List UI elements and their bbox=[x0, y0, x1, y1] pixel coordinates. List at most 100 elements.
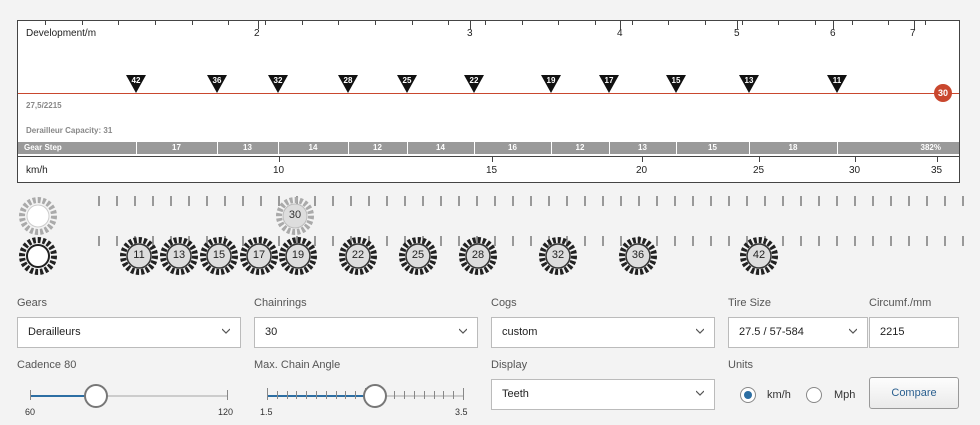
minor-tick bbox=[192, 21, 193, 25]
hatch-mark bbox=[692, 236, 694, 246]
hatch-mark bbox=[746, 196, 748, 206]
cog-marker[interactable]: 11 bbox=[827, 75, 847, 93]
gear-step-value: 18 bbox=[788, 143, 798, 152]
angle-tick bbox=[286, 391, 288, 399]
cog-marker[interactable]: 25 bbox=[397, 75, 417, 93]
hatch-mark bbox=[872, 196, 874, 206]
cog-marker[interactable]: 13 bbox=[739, 75, 759, 93]
minor-tick bbox=[228, 21, 229, 25]
hatch-mark bbox=[134, 196, 136, 206]
hatch-mark bbox=[620, 196, 622, 206]
minor-tick bbox=[668, 21, 669, 25]
unit-kmh-label[interactable]: km/h bbox=[767, 389, 791, 401]
hatch-mark bbox=[440, 196, 442, 206]
cogs-select[interactable]: custom bbox=[491, 317, 715, 348]
speed-tick-label: 10 bbox=[273, 165, 285, 176]
minor-tick bbox=[522, 21, 523, 25]
chainring-30[interactable]: 30 bbox=[274, 195, 316, 237]
hatch-mark bbox=[674, 236, 676, 246]
hatch-mark bbox=[494, 196, 496, 206]
hatch-mark bbox=[944, 196, 946, 206]
hatch-mark bbox=[602, 196, 604, 206]
minor-tick bbox=[852, 21, 853, 25]
angle-tick bbox=[316, 391, 317, 399]
hatch-mark bbox=[512, 196, 514, 206]
hatch-mark bbox=[476, 196, 478, 206]
circumf-input[interactable]: 2215 bbox=[869, 317, 959, 348]
speed-tick-label: 25 bbox=[753, 165, 765, 176]
cog-marker[interactable]: 17 bbox=[599, 75, 619, 93]
cog-42[interactable]: 42 bbox=[738, 235, 780, 277]
minor-tick bbox=[705, 21, 706, 25]
dev-tick-label: 2 bbox=[254, 28, 260, 39]
hatch-mark bbox=[458, 196, 460, 206]
hatch-mark bbox=[962, 196, 964, 206]
gears-select[interactable]: Derailleurs bbox=[17, 317, 241, 348]
minor-tick bbox=[888, 21, 889, 25]
hatch-mark bbox=[782, 236, 784, 246]
gears-label: Gears bbox=[17, 297, 47, 309]
angle-tick bbox=[276, 391, 278, 399]
cog-36[interactable]: 36 bbox=[617, 235, 659, 277]
minor-tick bbox=[815, 21, 816, 25]
cog-22[interactable]: 22 bbox=[337, 235, 379, 277]
cog-15[interactable]: 15 bbox=[198, 235, 240, 277]
cog-17[interactable]: 17 bbox=[238, 235, 280, 277]
unit-kmh-radio[interactable] bbox=[740, 387, 756, 403]
gear-step-bar: Gear Step 17 13 14 12 14 16 12 13 15 18 … bbox=[18, 142, 959, 154]
hatch-mark bbox=[170, 196, 172, 206]
cog-13[interactable]: 13 bbox=[158, 235, 200, 277]
cog-marker[interactable]: 22 bbox=[464, 75, 484, 93]
minor-tick bbox=[632, 21, 633, 25]
chainrings-select[interactable]: 30 bbox=[254, 317, 478, 348]
compare-button[interactable]: Compare bbox=[869, 377, 959, 409]
hatch-mark bbox=[800, 196, 802, 206]
cog-25[interactable]: 25 bbox=[397, 235, 439, 277]
hatch-mark bbox=[926, 236, 928, 246]
cog-marker[interactable]: 15 bbox=[666, 75, 686, 93]
cog-32[interactable]: 32 bbox=[537, 235, 579, 277]
hatch-mark bbox=[800, 236, 802, 246]
angle-tick bbox=[394, 391, 396, 399]
minor-tick bbox=[925, 21, 926, 25]
chain-angle-slider-thumb[interactable] bbox=[363, 384, 387, 408]
unit-mph-label[interactable]: Mph bbox=[834, 389, 855, 401]
gear-step-value: 14 bbox=[308, 143, 318, 152]
hatch-mark bbox=[224, 196, 226, 206]
minor-tick bbox=[412, 21, 413, 25]
cog-marker[interactable]: 19 bbox=[541, 75, 561, 93]
hatch-mark bbox=[512, 236, 514, 246]
chevron-down-icon bbox=[849, 328, 857, 334]
minor-tick bbox=[375, 21, 376, 25]
dev-tick-label: 5 bbox=[734, 28, 740, 39]
tire-size-select[interactable]: 27.5 / 57-584 bbox=[728, 317, 868, 348]
chainring-badge[interactable]: 30 bbox=[934, 84, 952, 102]
speed-tick-label: 20 bbox=[636, 165, 648, 176]
gear-chart: Development/m 2 3 4 5 6 7 42 36 32 28 25… bbox=[17, 20, 960, 183]
hatch-mark bbox=[692, 196, 694, 206]
angle-tick bbox=[267, 388, 268, 400]
hatch-mark bbox=[962, 236, 964, 246]
display-select[interactable]: Teeth bbox=[491, 379, 715, 410]
cog-19[interactable]: 19 bbox=[277, 235, 319, 277]
hatch-mark bbox=[422, 196, 424, 206]
hatch-mark bbox=[260, 196, 262, 206]
dev-tick-label: 6 bbox=[830, 28, 836, 39]
angle-tick bbox=[335, 391, 337, 399]
hatch-mark bbox=[386, 236, 388, 246]
cog-marker[interactable]: 32 bbox=[268, 75, 288, 93]
hatch-mark bbox=[404, 196, 406, 206]
chainrings-label: Chainrings bbox=[254, 297, 307, 309]
cadence-slider-thumb[interactable] bbox=[84, 384, 108, 408]
cog-11[interactable]: 11 bbox=[118, 235, 160, 277]
hatch-mark bbox=[566, 196, 568, 206]
hatch-mark bbox=[908, 196, 910, 206]
cog-marker[interactable]: 42 bbox=[126, 75, 146, 93]
gear-step-value: 14 bbox=[436, 143, 445, 152]
unit-mph-radio[interactable] bbox=[806, 387, 822, 403]
cog-marker[interactable]: 28 bbox=[338, 75, 358, 93]
cog-28[interactable]: 28 bbox=[457, 235, 499, 277]
minor-tick bbox=[82, 21, 83, 25]
cog-marker[interactable]: 36 bbox=[207, 75, 227, 93]
tire-size-label: Tire Size bbox=[728, 297, 771, 309]
